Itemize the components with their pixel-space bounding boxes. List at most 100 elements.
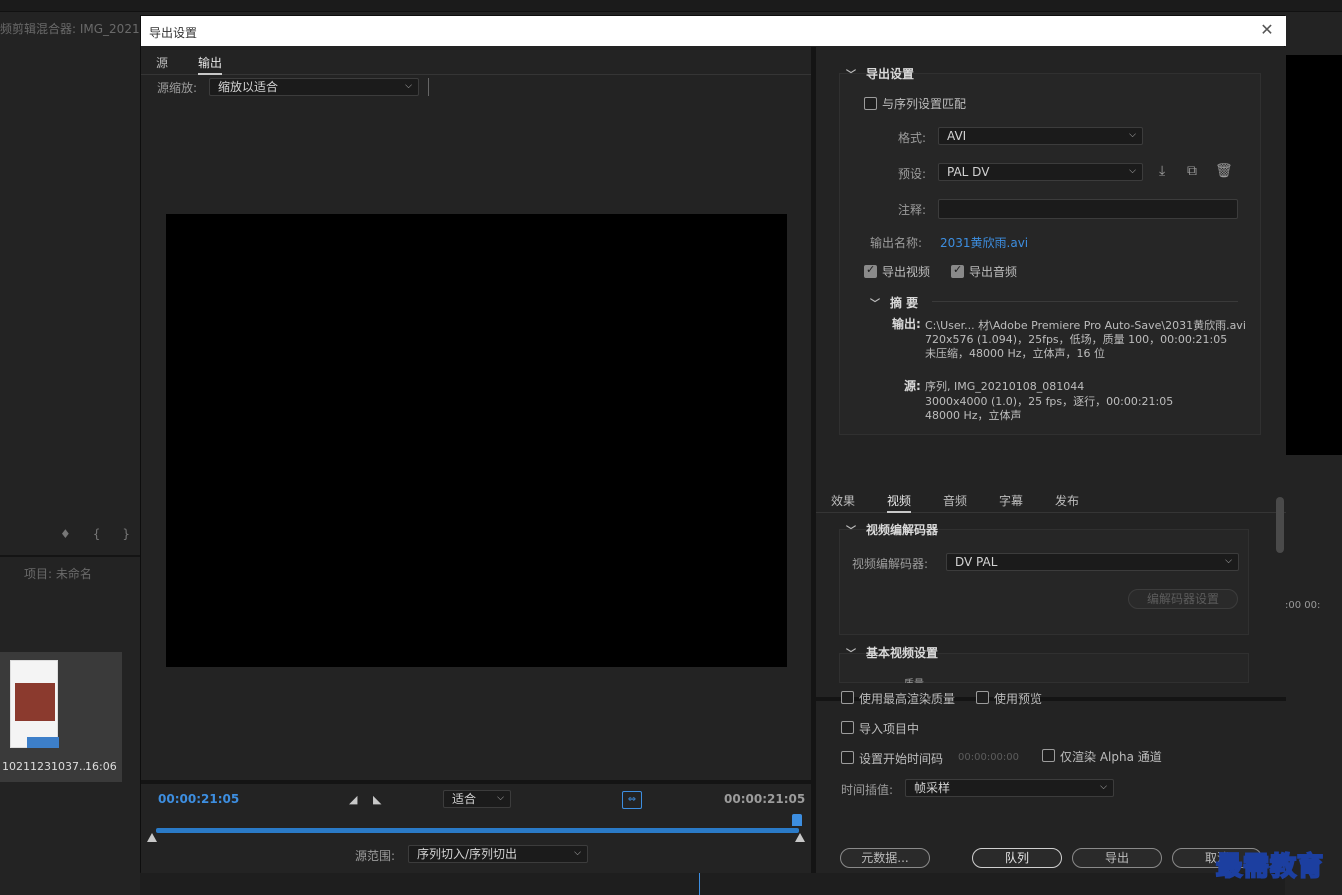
- video-codec-section: [839, 529, 1249, 635]
- source-range-value: 序列切入/序列切出: [417, 847, 518, 861]
- chevron-down-icon: ⌵: [497, 793, 504, 803]
- comment-field[interactable]: [938, 199, 1238, 219]
- video-codec-select[interactable]: DV PAL ⌵: [946, 553, 1239, 571]
- chevron-down-icon: ﹀: [846, 526, 856, 537]
- summary-output-key: 输出:: [892, 317, 921, 331]
- max-render-quality-checkbox[interactable]: [841, 691, 854, 704]
- range-in-handle[interactable]: [147, 833, 157, 842]
- export-settings-title: 导出设置: [866, 67, 915, 81]
- export-video-checkbox[interactable]: [864, 263, 877, 278]
- set-start-timecode-label: 设置开始时间码: [859, 752, 944, 766]
- time-interpolation-value: 帧采样: [914, 781, 951, 795]
- tab-output[interactable]: 输出: [198, 54, 223, 75]
- preview-tabs: 源 输出: [141, 47, 811, 75]
- start-timecode-value: 00:00:00:00: [958, 752, 1020, 763]
- use-previews-checkbox[interactable]: [976, 691, 989, 704]
- background-timeline-ruler: :00 00:: [1285, 600, 1321, 611]
- comment-label: 注释:: [898, 203, 927, 217]
- import-into-project-checkbox[interactable]: [841, 721, 854, 734]
- format-label: 格式:: [898, 131, 927, 145]
- fit-select[interactable]: 适合 ⌵: [443, 790, 511, 808]
- tab-captions[interactable]: 字幕: [999, 492, 1023, 509]
- format-select[interactable]: AVI ⌵: [938, 127, 1143, 145]
- source-scaling-label: 源缩放:: [157, 81, 198, 95]
- delete-preset-icon[interactable]: 🗑: [1215, 163, 1233, 179]
- source-scaling-value: 缩放以适合: [218, 80, 279, 94]
- export-video-label: 导出视频: [882, 265, 931, 279]
- dialog-titlebar: 导出设置 ✕: [141, 16, 1286, 46]
- render-alpha-only-label: 仅渲染 Alpha 通道: [1060, 750, 1162, 764]
- video-codec-label: 视频编解码器:: [852, 557, 929, 571]
- tab-source[interactable]: 源: [156, 54, 168, 71]
- output-name-link[interactable]: 2031黄欣雨.avi: [940, 234, 1028, 251]
- export-settings-header[interactable]: ﹀ 导出设置: [846, 65, 914, 82]
- preset-select[interactable]: PAL DV ⌵: [938, 163, 1143, 181]
- video-preview: [166, 214, 787, 667]
- toolbar-separator: [428, 78, 429, 96]
- metadata-button[interactable]: 元数据...: [840, 848, 930, 868]
- tab-video[interactable]: 视频: [887, 492, 912, 513]
- chevron-down-icon: ﹀: [846, 70, 856, 81]
- chevron-down-icon: ⌵: [1129, 130, 1136, 140]
- dialog-title: 导出设置: [149, 26, 198, 40]
- match-sequence-checkbox[interactable]: [864, 97, 877, 110]
- tab-publish[interactable]: 发布: [1055, 492, 1079, 509]
- settings-pane: ﹀ 导出设置 与序列设置匹配 格式: AVI ⌵ 预设: PAL DV ⌵ ⤓ ⧉…: [816, 47, 1286, 873]
- watermark-logo: 最需教育: [1215, 851, 1325, 883]
- app-top-bar: [0, 0, 1342, 12]
- preset-value: PAL DV: [947, 165, 990, 179]
- settings-tabs: 效果 视频 音频 字幕 发布: [816, 485, 1286, 513]
- source-range-track[interactable]: [156, 828, 799, 833]
- output-name-label: 输出名称:: [870, 236, 923, 250]
- summary-source-line: 48000 Hz，立体声: [925, 409, 1022, 422]
- basic-video-header[interactable]: ﹀ 基本视频设置: [846, 644, 938, 661]
- marker-icon: ♦: [60, 527, 93, 541]
- video-codec-title: 视频编解码器: [866, 523, 939, 537]
- queue-button[interactable]: 队列: [972, 848, 1062, 868]
- export-button[interactable]: 导出: [1072, 848, 1162, 868]
- export-settings-dialog: 导出设置 ✕ 源 输出 源缩放: 缩放以适合 ⌵ 00:00:21:05 ◢ ◣…: [140, 15, 1286, 873]
- match-sequence-label: 与序列设置匹配: [882, 97, 967, 111]
- source-range-select[interactable]: 序列切入/序列切出 ⌵: [408, 845, 588, 863]
- scrollbar-thumb[interactable]: [1276, 497, 1284, 553]
- set-out-point-icon[interactable]: ◣: [373, 793, 381, 806]
- format-value: AVI: [947, 129, 967, 143]
- close-icon[interactable]: ✕: [1258, 21, 1276, 39]
- save-preset-icon[interactable]: ⤓: [1159, 163, 1165, 179]
- background-monitor-title: 频剪辑混合器: IMG_20210: [0, 22, 148, 36]
- summary-output-line: 未压缩，48000 Hz，立体声，16 位: [925, 347, 1106, 360]
- current-time[interactable]: 00:00:21:05: [158, 792, 239, 806]
- duration-time: 00:00:21:05: [724, 792, 806, 806]
- aspect-toggle-icon[interactable]: ⇔: [622, 791, 642, 809]
- export-audio-checkbox[interactable]: [951, 263, 964, 278]
- source-scaling-select[interactable]: 缩放以适合 ⌵: [209, 78, 419, 96]
- import-preset-icon[interactable]: ⧉: [1187, 163, 1197, 179]
- max-render-quality-label: 使用最高渲染质量: [859, 692, 956, 706]
- chevron-down-icon: ﹀: [846, 649, 856, 660]
- playhead-handle[interactable]: [792, 814, 802, 826]
- tab-audio[interactable]: 音频: [943, 492, 967, 509]
- settings-scrollbar[interactable]: [1276, 497, 1284, 697]
- summary-source-line: 序列, IMG_20210108_081044: [925, 380, 1085, 393]
- video-codec-header[interactable]: ﹀ 视频编解码器: [846, 521, 938, 538]
- preset-label: 预设:: [898, 167, 927, 181]
- chevron-down-icon: ⌵: [405, 81, 412, 91]
- tab-effects[interactable]: 效果: [831, 492, 855, 509]
- codec-settings-button[interactable]: 编解码器设置: [1128, 589, 1238, 609]
- chevron-down-icon: ⌵: [1225, 556, 1232, 566]
- render-alpha-only-checkbox[interactable]: [1042, 749, 1055, 762]
- summary-rule: [932, 301, 1238, 302]
- range-out-handle[interactable]: [795, 833, 805, 842]
- background-playhead: [699, 872, 700, 895]
- export-audio-label: 导出音频: [969, 265, 1018, 279]
- thumbnail-label: 10211231037...: [2, 760, 90, 773]
- set-in-point-icon[interactable]: ◢: [349, 793, 357, 806]
- set-start-timecode-checkbox[interactable]: [841, 751, 854, 764]
- basic-video-partial-label: 质量: [904, 675, 924, 683]
- summary-header[interactable]: ﹀ 摘 要: [870, 294, 918, 311]
- time-interpolation-select[interactable]: 帧采样 ⌵: [905, 779, 1114, 797]
- summary-source-key: 源:: [904, 379, 921, 393]
- time-interpolation-label: 时间插值:: [841, 783, 894, 797]
- summary-title: 摘 要: [890, 296, 919, 310]
- chevron-down-icon: ⌵: [1129, 166, 1136, 176]
